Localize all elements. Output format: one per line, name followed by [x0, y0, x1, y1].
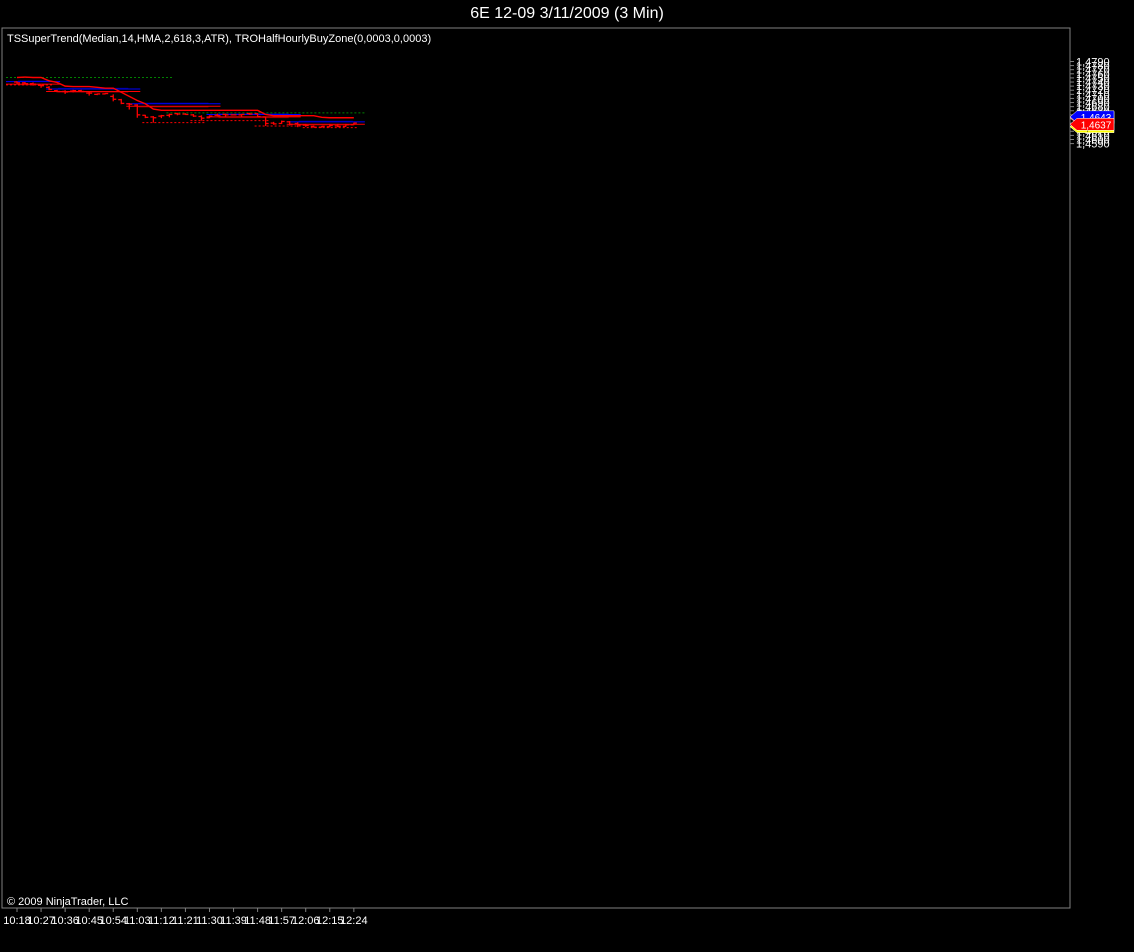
time-tick-label: 11:03 — [124, 915, 151, 927]
price-tick-label: 1,4790 — [1076, 57, 1110, 69]
copyright-text: © 2009 NinjaTrader, LLC — [7, 896, 128, 908]
indicator-label: TSSuperTrend(Median,14,HMA,2,618,3,ATR),… — [7, 33, 431, 45]
price-markers: 1,46531,46431,46411,4637 — [1069, 110, 1115, 134]
chart-frame — [1, 27, 1071, 909]
price-marker: 1,4637 — [1069, 118, 1115, 131]
time-tick-label: 11:12 — [148, 915, 175, 927]
price-chart[interactable]: 1,45901,46001,46101,46201,46301,46401,46… — [0, 0, 1134, 952]
time-tick-label: 11:30 — [196, 915, 223, 927]
price-marker-label: 1,4637 — [1081, 120, 1112, 131]
time-axis[interactable]: 10:1810:2710:3610:4510:5411:0311:1211:21… — [3, 908, 368, 927]
time-tick-label: 11:39 — [220, 915, 247, 927]
ohlc-bar — [230, 114, 237, 116]
time-tick-label: 12:24 — [340, 915, 368, 927]
time-tick-label: 11:21 — [172, 915, 199, 927]
time-tick-label: 10:54 — [99, 915, 127, 927]
ohlc-bar — [102, 92, 109, 95]
plot-area — [1, 27, 1071, 909]
time-tick-label: 11:48 — [244, 915, 271, 927]
price-axis[interactable]: 1,45901,46001,46101,46201,46301,46401,46… — [1070, 57, 1110, 151]
